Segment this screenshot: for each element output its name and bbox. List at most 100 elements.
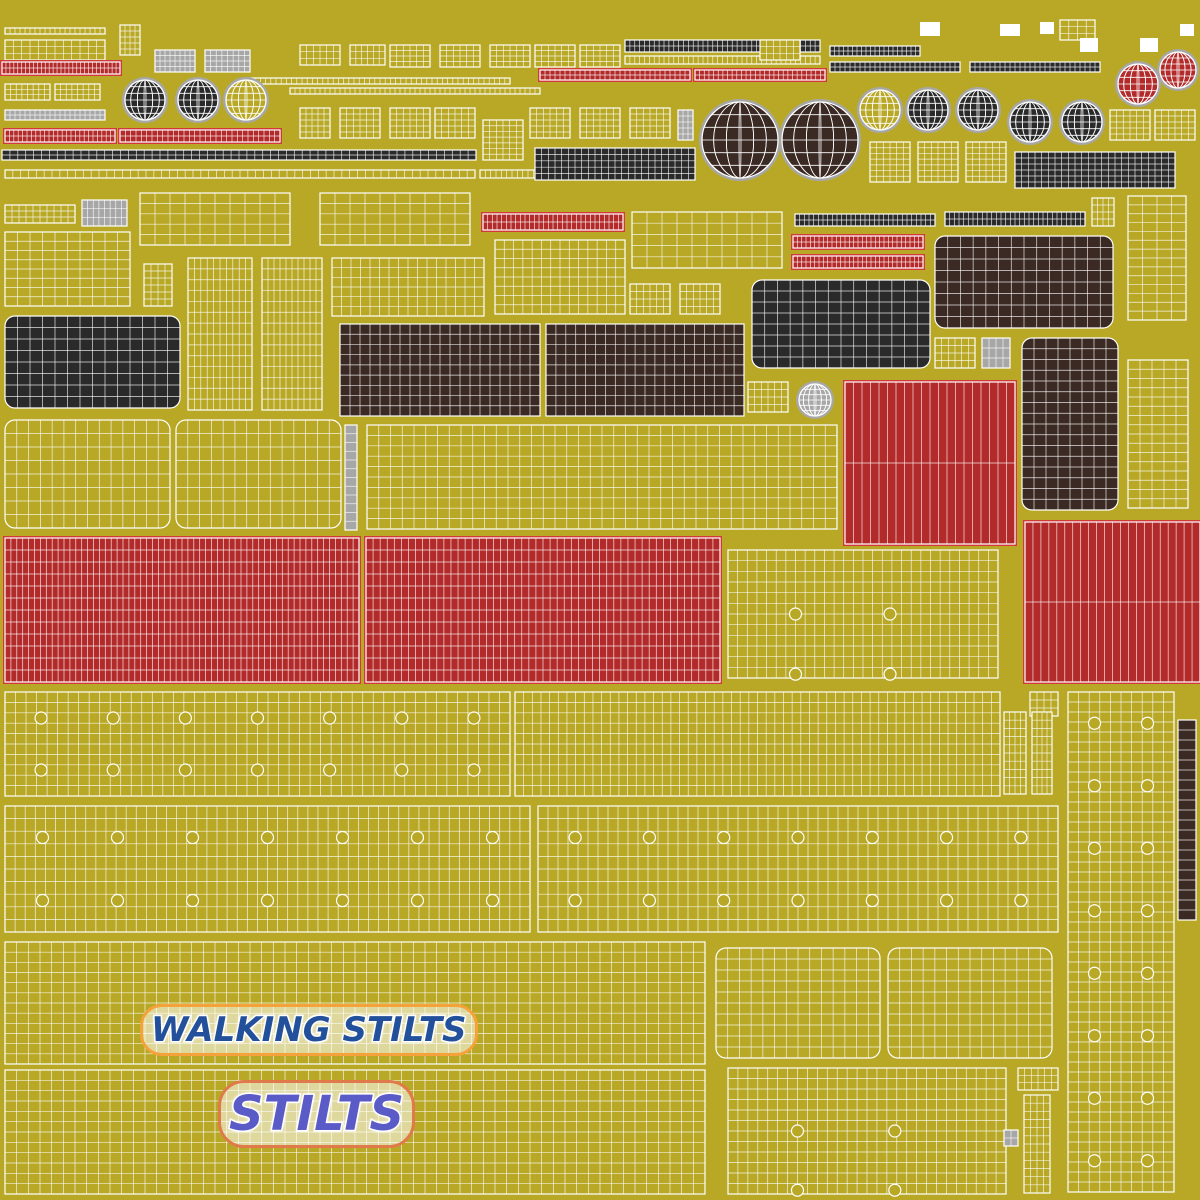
- uv-island: [261, 257, 323, 411]
- uv-island: [887, 947, 1053, 1059]
- uv-island: [331, 257, 485, 317]
- uv-island: [794, 213, 936, 227]
- uv-island: [1127, 195, 1187, 321]
- uv-island: [143, 263, 173, 307]
- uv-island: [534, 147, 696, 181]
- uv-island: [679, 283, 721, 315]
- uv-island: [4, 83, 51, 101]
- uv-island: [631, 211, 783, 269]
- uv-island: [1177, 719, 1197, 921]
- uv-island: [1031, 711, 1053, 795]
- uv-island: [389, 107, 431, 139]
- uv-island: [1023, 1094, 1051, 1194]
- uv-island: [4, 27, 106, 35]
- uv-island: [843, 380, 1017, 546]
- uv-island: [579, 107, 621, 139]
- uv-small-island: [1040, 22, 1054, 34]
- uv-island: [693, 68, 827, 82]
- uv-small-island: [1000, 24, 1020, 36]
- uv-island: [289, 87, 541, 95]
- uv-island: [481, 212, 625, 232]
- uv-island-sphere: [857, 87, 903, 133]
- uv-island: [759, 39, 801, 61]
- uv-island: [299, 44, 341, 66]
- uv-island: [54, 83, 101, 101]
- uv-island: [715, 947, 881, 1059]
- uv-island: [81, 199, 128, 227]
- uv-island: [538, 68, 692, 82]
- uv-small-island: [1140, 38, 1158, 52]
- uv-island: [4, 805, 531, 933]
- uv-island: [1109, 109, 1151, 141]
- uv-island: [791, 234, 925, 250]
- uv-island: [389, 44, 431, 68]
- uv-island: [1091, 197, 1115, 227]
- uv-island: [629, 107, 671, 139]
- uv-island: [319, 192, 471, 246]
- uv-island: [4, 204, 76, 224]
- uv-island: [139, 192, 291, 246]
- uv-island-sphere: [1007, 99, 1053, 145]
- uv-island: [917, 141, 959, 183]
- uv-island: [981, 337, 1011, 369]
- uv-island: [1003, 1129, 1019, 1147]
- uv-island: [934, 337, 976, 369]
- uv-island: [175, 419, 342, 529]
- uv-island: [934, 235, 1114, 329]
- uv-island: [869, 141, 911, 183]
- uv-island: [1021, 337, 1119, 511]
- uv-small-island: [1180, 24, 1194, 36]
- uv-island: [0, 60, 122, 76]
- uv-island: [751, 279, 931, 369]
- uv-island: [1017, 1067, 1059, 1091]
- uv-island: [514, 691, 1001, 797]
- uv-island-sphere: [223, 77, 269, 123]
- uv-island-sphere: [1157, 49, 1199, 91]
- uv-island: [489, 44, 531, 68]
- uv-island: [1127, 359, 1189, 509]
- uv-small-island: [920, 22, 940, 36]
- uv-island: [529, 107, 571, 139]
- uv-island: [119, 24, 141, 56]
- uv-island: [187, 257, 253, 411]
- uv-island: [339, 323, 541, 417]
- uv-island: [629, 283, 671, 315]
- uv-island: [1014, 151, 1176, 189]
- uv-island: [154, 49, 196, 73]
- stilts-logo: STILTS: [218, 1080, 416, 1148]
- uv-island: [439, 44, 481, 68]
- uv-island: [249, 77, 511, 85]
- uv-island: [4, 419, 171, 529]
- uv-island: [3, 128, 117, 144]
- uv-island: [434, 107, 476, 139]
- uv-island: [344, 424, 358, 531]
- uv-island: [727, 1067, 1007, 1197]
- uv-island: [4, 109, 106, 121]
- walking-stilts-logo: WALKING STILTS: [140, 1004, 478, 1056]
- uv-island-sphere: [779, 99, 861, 181]
- uv-island-sphere: [905, 87, 951, 133]
- uv-island: [3, 536, 361, 684]
- uv-island: [4, 315, 181, 409]
- uv-island-sphere: [699, 99, 781, 181]
- uv-island-sphere: [1059, 99, 1105, 145]
- uv-island: [1023, 520, 1200, 684]
- uv-island: [579, 44, 621, 68]
- uv-island: [482, 119, 524, 161]
- uv-island-sphere: [955, 87, 1001, 133]
- uv-island: [1059, 19, 1096, 41]
- uv-island-sphere: [122, 77, 168, 123]
- uv-island: [339, 107, 381, 139]
- uv-island: [4, 169, 476, 179]
- uv-island: [727, 549, 999, 681]
- uv-island: [747, 381, 789, 413]
- uv-island: [677, 109, 694, 141]
- uv-island-sphere: [796, 381, 834, 419]
- uv-island: [1, 149, 477, 161]
- uv-island: [299, 107, 331, 139]
- uv-island-sphere: [1115, 61, 1161, 107]
- uv-island: [829, 45, 921, 57]
- uv-island: [1067, 691, 1175, 1193]
- uv-island-sphere: [175, 77, 221, 123]
- uv-island: [204, 49, 251, 73]
